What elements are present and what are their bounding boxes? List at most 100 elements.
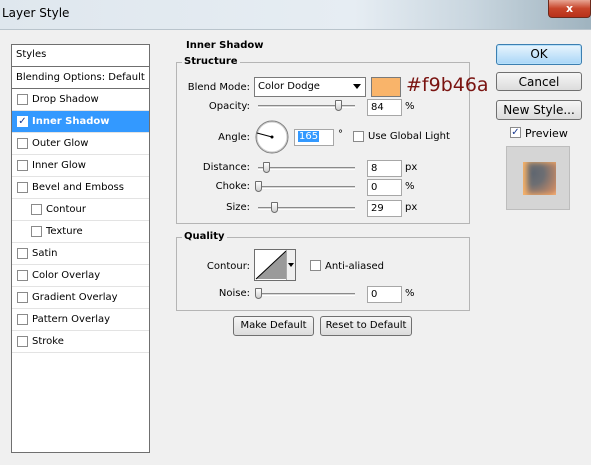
noise-slider-thumb[interactable] xyxy=(255,288,262,299)
preview-thumbnail xyxy=(506,146,570,210)
sidebar-item-label: Inner Shadow xyxy=(32,116,110,127)
sidebar-checkbox[interactable] xyxy=(17,94,28,105)
angle-value: 165 xyxy=(298,131,320,142)
angle-unit: ° xyxy=(338,129,343,140)
contour-picker[interactable] xyxy=(254,249,296,281)
size-slider-thumb[interactable] xyxy=(271,202,278,213)
sidebar-checkbox[interactable] xyxy=(17,138,28,149)
sidebar-checkbox[interactable] xyxy=(17,160,28,171)
distance-label: Distance: xyxy=(202,162,250,173)
distance-field[interactable]: 8 xyxy=(367,160,402,177)
noise-field[interactable]: 0 xyxy=(367,286,402,303)
sidebar-item-contour[interactable]: Contour xyxy=(12,199,149,221)
shadow-color-swatch[interactable] xyxy=(371,77,401,97)
sidebar-item-label: Texture xyxy=(46,226,83,237)
choke-field[interactable]: 0 xyxy=(367,179,402,196)
choke-slider-track[interactable] xyxy=(258,186,355,189)
sidebar-checkbox[interactable] xyxy=(17,336,28,347)
preview-checkbox[interactable]: ✓ xyxy=(510,127,521,138)
size-field[interactable]: 29 xyxy=(367,200,402,217)
anti-aliased-label: Anti-aliased xyxy=(325,261,385,272)
noise-unit: % xyxy=(405,288,415,299)
preview-label: Preview xyxy=(525,127,568,140)
sidebar-item-label: Inner Glow xyxy=(32,160,86,171)
noise-slider-track[interactable] xyxy=(258,293,355,296)
ok-button[interactable]: OK xyxy=(496,44,582,65)
sidebar-item-satin[interactable]: Satin xyxy=(12,243,149,265)
sidebar-item-color-overlay[interactable]: Color Overlay xyxy=(12,265,149,287)
sidebar-item-gradient-overlay[interactable]: Gradient Overlay xyxy=(12,287,149,309)
opacity-label: Opacity: xyxy=(208,101,250,112)
sidebar-item-stroke[interactable]: Stroke xyxy=(12,331,149,353)
sidebar-checkbox[interactable] xyxy=(17,182,28,193)
sidebar-item-label: Outer Glow xyxy=(32,138,89,149)
size-label: Size: xyxy=(226,202,250,213)
structure-title: Structure xyxy=(182,56,240,67)
styles-list: Styles Blending Options: Default Drop Sh… xyxy=(11,44,150,453)
sidebar-item-inner-shadow[interactable]: ✓ Inner Shadow xyxy=(12,111,149,133)
close-icon: x xyxy=(565,2,574,15)
sidebar-checkbox[interactable] xyxy=(17,270,28,281)
quality-title: Quality xyxy=(182,231,227,242)
opacity-unit: % xyxy=(405,101,415,112)
sidebar-item-drop-shadow[interactable]: Drop Shadow xyxy=(12,89,149,111)
close-button[interactable]: x xyxy=(548,0,591,18)
reset-to-default-button[interactable]: Reset to Default xyxy=(320,316,412,336)
choke-unit: % xyxy=(405,181,415,192)
sidebar-checkbox[interactable] xyxy=(31,226,42,237)
sidebar-checkbox[interactable] xyxy=(17,248,28,259)
sidebar-item-label: Bevel and Emboss xyxy=(32,182,124,193)
contour-curve-icon xyxy=(255,250,287,280)
sidebar-item-inner-glow[interactable]: Inner Glow xyxy=(12,155,149,177)
sidebar-item-label: Satin xyxy=(32,248,58,259)
distance-slider-track[interactable] xyxy=(258,167,355,170)
use-global-light-label: Use Global Light xyxy=(368,131,450,142)
sidebar-item-label: Contour xyxy=(46,204,86,215)
choke-label: Choke: xyxy=(215,181,250,192)
title-bar: Layer Style x xyxy=(0,0,591,30)
angle-field[interactable]: 165 xyxy=(294,129,334,146)
sidebar-checkbox[interactable] xyxy=(17,314,28,325)
contour-label: Contour: xyxy=(206,261,250,272)
blend-mode-label: Blend Mode: xyxy=(187,82,250,93)
sidebar-item-outer-glow[interactable]: Outer Glow xyxy=(12,133,149,155)
sidebar-item-bevel-and-emboss[interactable]: Bevel and Emboss xyxy=(12,177,149,199)
color-hex-annotation: #f9b46a xyxy=(406,74,489,96)
sidebar-checkbox[interactable] xyxy=(17,292,28,303)
check-icon: ✓ xyxy=(511,127,520,138)
blending-options-item[interactable]: Blending Options: Default xyxy=(12,67,149,89)
chevron-down-icon xyxy=(353,84,361,89)
sidebar-checkbox[interactable]: ✓ xyxy=(17,116,28,127)
sidebar-item-label: Color Overlay xyxy=(32,270,101,281)
sidebar-item-pattern-overlay[interactable]: Pattern Overlay xyxy=(12,309,149,331)
check-icon: ✓ xyxy=(18,116,27,127)
use-global-light-checkbox[interactable] xyxy=(353,131,364,142)
preview-swatch xyxy=(523,162,556,195)
styles-header[interactable]: Styles xyxy=(12,45,149,67)
sidebar-item-label: Gradient Overlay xyxy=(32,292,118,303)
sidebar-item-label: Stroke xyxy=(32,336,64,347)
blend-mode-select[interactable]: Color Dodge xyxy=(254,77,366,97)
distance-unit: px xyxy=(405,162,418,173)
inner-shadow-title: Inner Shadow xyxy=(184,40,266,51)
quality-group xyxy=(176,237,470,311)
make-default-button[interactable]: Make Default xyxy=(233,316,314,336)
noise-label: Noise: xyxy=(218,288,250,299)
window-title: Layer Style xyxy=(2,6,70,20)
sidebar-item-label: Drop Shadow xyxy=(32,94,99,105)
cancel-button[interactable]: Cancel xyxy=(496,72,582,91)
new-style-button[interactable]: New Style... xyxy=(496,100,582,120)
contour-dropdown-arrow[interactable] xyxy=(286,250,295,280)
sidebar-item-texture[interactable]: Texture xyxy=(12,221,149,243)
chevron-down-icon xyxy=(288,263,294,267)
size-unit: px xyxy=(405,202,418,213)
opacity-field[interactable]: 84 xyxy=(367,99,402,116)
sidebar-checkbox[interactable] xyxy=(31,204,42,215)
choke-slider-thumb[interactable] xyxy=(255,181,262,192)
opacity-slider-thumb[interactable] xyxy=(335,100,342,111)
anti-aliased-checkbox[interactable] xyxy=(310,260,321,271)
sidebar-item-label: Pattern Overlay xyxy=(32,314,111,325)
angle-label: Angle: xyxy=(218,132,250,143)
angle-dial[interactable] xyxy=(254,119,290,155)
distance-slider-thumb[interactable] xyxy=(263,162,270,173)
